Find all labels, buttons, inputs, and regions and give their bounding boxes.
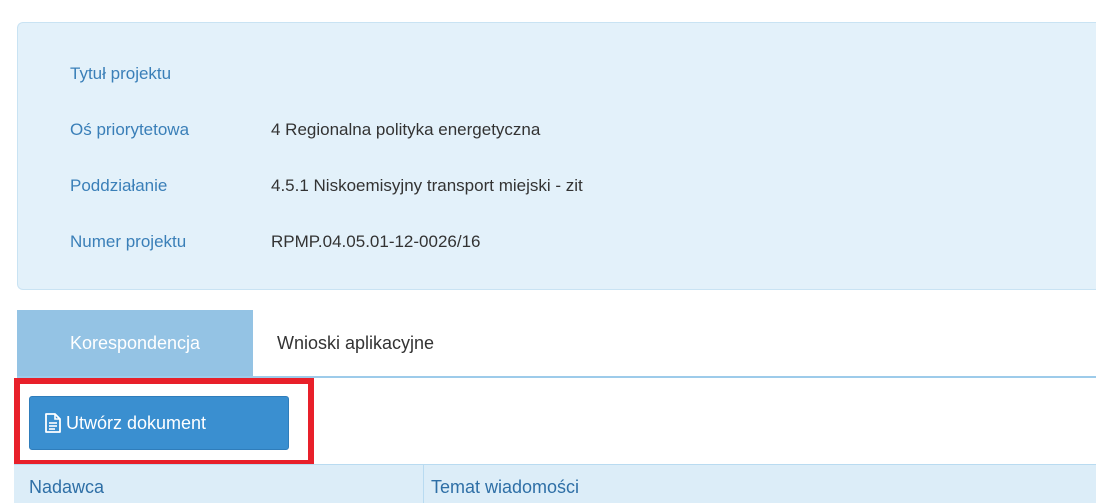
- sub-measure-value: 4.5.1 Niskoemisyjny transport miejski - …: [271, 176, 583, 195]
- document-icon: [44, 413, 62, 433]
- project-number-label: Numer projektu: [70, 232, 187, 251]
- tab-correspondence[interactable]: Korespondencja: [17, 310, 253, 376]
- create-document-button[interactable]: Utwórz dokument: [29, 396, 289, 450]
- project-number-value: RPMP.04.05.01-12-0026/16: [271, 232, 481, 251]
- priority-axis-label: Oś priorytetowa: [70, 120, 190, 139]
- project-info-panel: Tytuł projektu Oś priorytetowa 4 Regiona…: [17, 22, 1096, 290]
- priority-axis-value: 4 Regionalna polityka energetyczna: [271, 120, 541, 139]
- project-title-label: Tytuł projektu: [70, 64, 172, 83]
- sub-measure-label: Poddziałanie: [70, 176, 168, 195]
- tab-application-forms[interactable]: Wnioski aplikacyjne: [253, 310, 458, 376]
- tab-bar: Korespondencja Wnioski aplikacyjne: [17, 310, 1096, 378]
- table-header: Nadawca Temat wiadomości: [14, 464, 1096, 503]
- column-header-subject[interactable]: Temat wiadomości: [424, 465, 579, 503]
- column-header-sender[interactable]: Nadawca: [14, 465, 424, 503]
- create-document-label: Utwórz dokument: [66, 412, 207, 433]
- page: Tytuł projektu Oś priorytetowa 4 Regiona…: [0, 0, 1096, 503]
